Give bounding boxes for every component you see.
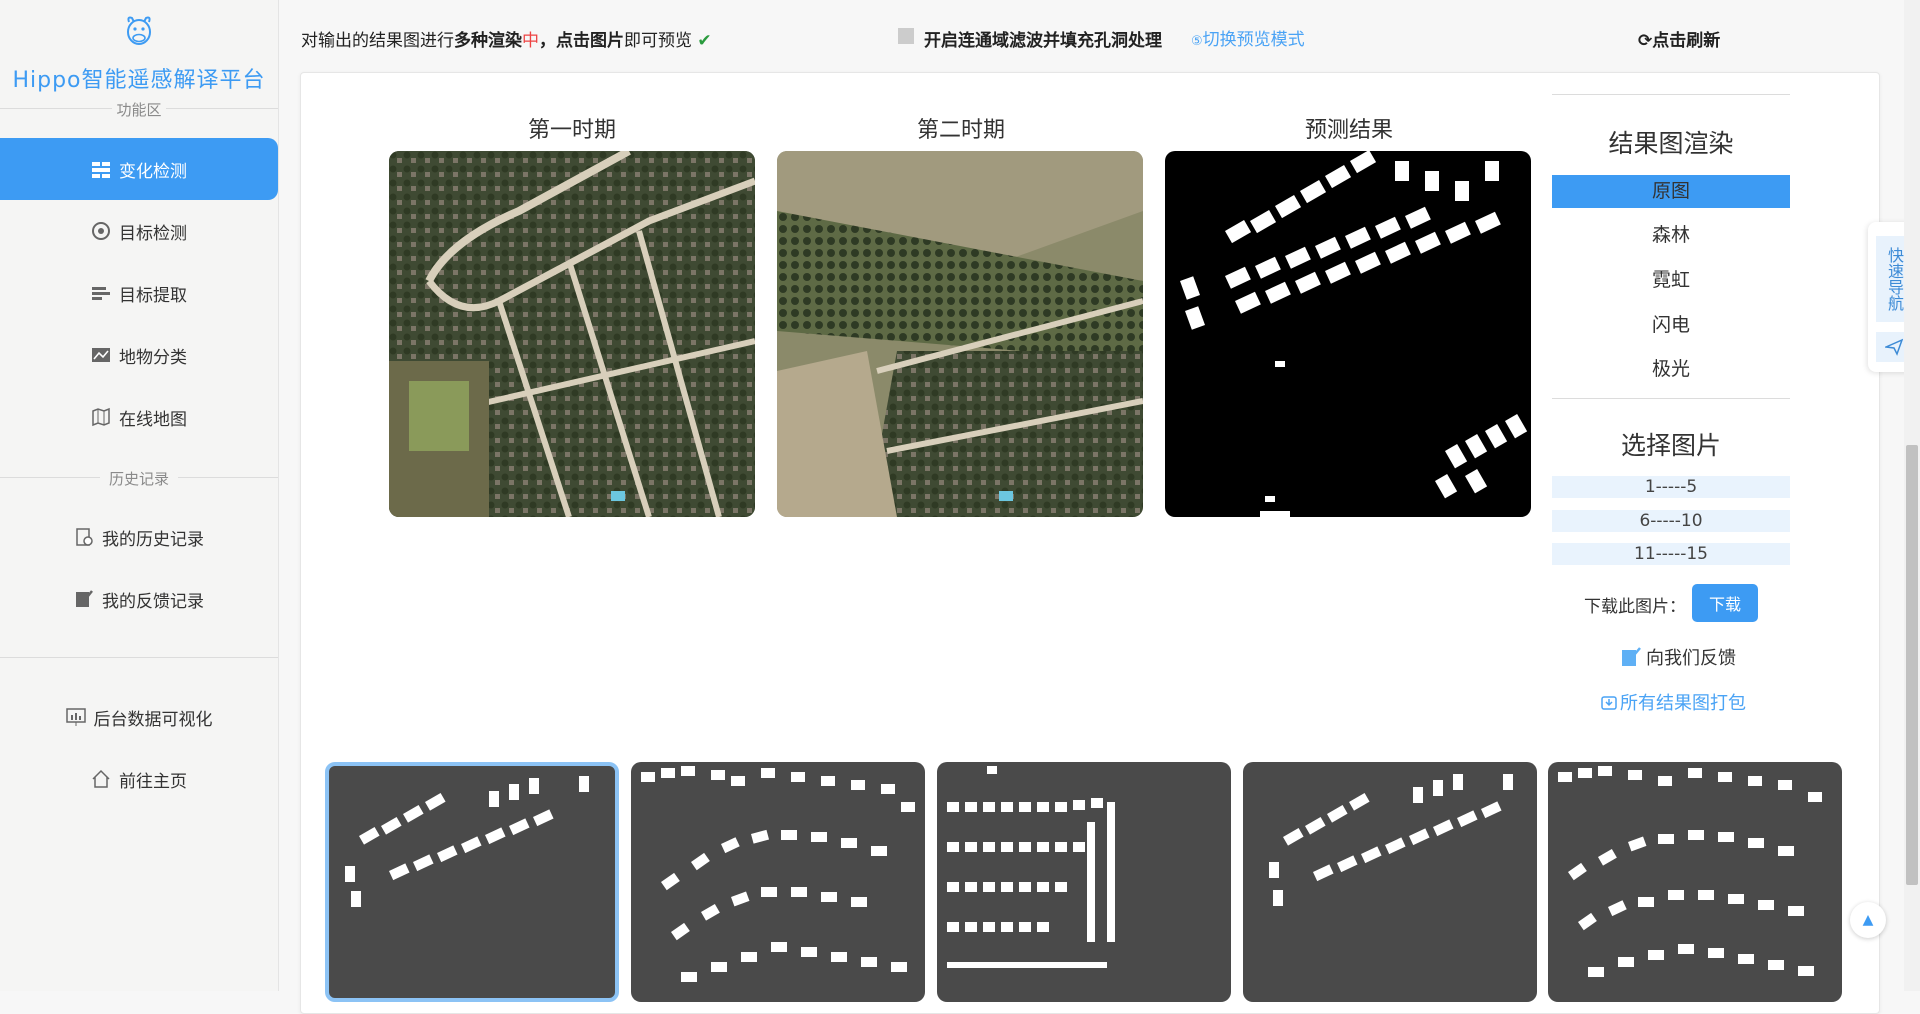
nav-target-detection[interactable]: 目标检测 (0, 200, 278, 262)
edit-icon (74, 589, 94, 609)
nav-land-classification-label: 地物分类 (119, 347, 187, 368)
nav-my-feedback[interactable]: 我的反馈记录 (0, 568, 278, 630)
feedback-icon (1620, 646, 1642, 668)
nav-online-map[interactable]: 在线地图 (0, 386, 278, 448)
land-class-icon (91, 345, 111, 365)
scrollbar-thumb[interactable] (1906, 445, 1918, 885)
thumbnail-2[interactable] (631, 762, 925, 1002)
range-11-15[interactable]: 11-----15 (1552, 543, 1790, 565)
feedback-label: 向我们反馈 (1646, 648, 1736, 669)
nav-my-history[interactable]: 我的历史记录 (0, 506, 278, 568)
filter-checkbox[interactable] (898, 28, 914, 44)
control-divider-top (1552, 94, 1790, 95)
pack-all-link[interactable]: 所有结果图打包 (1600, 689, 1746, 715)
thumbnail-3[interactable] (937, 762, 1231, 1002)
image-period-1[interactable] (389, 151, 755, 517)
nav-dashboard-label: 后台数据可视化 (93, 709, 213, 730)
title-period-2: 第二时期 (916, 118, 1005, 143)
change-detect-icon (91, 159, 111, 179)
nav-my-history-label: 我的历史记录 (102, 529, 204, 550)
nav-change-detection-label: 变化检测 (119, 161, 187, 182)
sidebar: Hippo智能遥感解译平台 功能区 变化检测 目标检测 目标提取 地物分类 在线… (0, 0, 279, 991)
render-option-lightning[interactable]: 闪电 (1552, 309, 1790, 342)
title-period-1: 第一时期 (527, 118, 616, 143)
nav-target-detection-label: 目标检测 (119, 223, 187, 244)
back-to-top-button[interactable]: ▲ (1850, 902, 1886, 938)
map-icon (91, 407, 111, 427)
thumbnail-1[interactable] (325, 762, 619, 1002)
select-image-title: 选择图片 (1620, 431, 1721, 460)
nav-home[interactable]: 前往主页 (0, 748, 278, 810)
function-area-label: 功能区 (0, 99, 278, 120)
switch-preview-link[interactable]: ⑤切换预览模式 (1191, 25, 1305, 50)
nav-target-extraction[interactable]: 目标提取 (0, 262, 278, 324)
render-option-forest[interactable]: 森林 (1552, 219, 1790, 252)
switch-icon: ⑤ (1191, 34, 1203, 49)
refresh-icon: ⟳ (1638, 31, 1653, 51)
archive-icon (1600, 693, 1618, 711)
nav-dashboard[interactable]: 后台数据可视化 (0, 686, 278, 748)
arrow-up-icon: ▲ (1862, 912, 1874, 928)
filter-toggle-label[interactable]: 开启连通域滤波并填充孔洞处理 (924, 26, 1162, 51)
nav-land-classification[interactable]: 地物分类 (0, 324, 278, 386)
nav-my-feedback-label: 我的反馈记录 (102, 591, 204, 612)
thumbnail-4[interactable] (1243, 762, 1537, 1002)
target-detect-icon (91, 221, 111, 241)
history-section-label: 历史记录 (0, 468, 278, 489)
title-prediction: 预测结果 (1304, 118, 1393, 143)
nav-home-label: 前往主页 (119, 771, 187, 792)
render-option-neon[interactable]: 霓虹 (1552, 264, 1790, 297)
render-hint: 对输出的结果图进行多种渲染中，点击图片即可预览 ✔ (301, 31, 712, 51)
download-label: 下载此图片： (1584, 597, 1686, 617)
range-6-10[interactable]: 6-----10 (1552, 510, 1790, 532)
nav-online-map-label: 在线地图 (119, 409, 187, 430)
range-1-5[interactable]: 1-----5 (1552, 476, 1790, 498)
brand-title: Hippo智能遥感解译平台 (12, 68, 266, 93)
render-title: 结果图渲染 (1608, 129, 1734, 158)
image-prediction[interactable] (1165, 151, 1531, 517)
dashboard-icon (65, 707, 86, 727)
refresh-button[interactable]: ⟳点击刷新 (1638, 26, 1720, 51)
render-option-original[interactable]: 原图 (1552, 175, 1790, 208)
top-toolbar: 对输出的结果图进行多种渲染中，点击图片即可预览 ✔ 开启连通域滤波并填充孔洞处理… (278, 0, 1920, 72)
feedback-link[interactable]: 向我们反馈 (1620, 644, 1736, 670)
render-option-aurora[interactable]: 极光 (1552, 353, 1790, 386)
history-icon (74, 527, 94, 547)
download-button[interactable]: 下载 (1692, 584, 1758, 622)
sidebar-divider (0, 657, 278, 658)
home-icon (91, 769, 111, 789)
pack-all-label: 所有结果图打包 (1620, 693, 1746, 714)
thumbnail-5[interactable] (1548, 762, 1842, 1002)
image-period-2[interactable] (777, 151, 1143, 517)
nav-target-extraction-label: 目标提取 (119, 285, 187, 306)
target-extract-icon (91, 283, 111, 303)
hippo-logo-icon (127, 16, 151, 45)
nav-change-detection[interactable]: 变化检测 (0, 138, 278, 200)
check-icon: ✔ (697, 31, 712, 51)
control-divider-mid (1552, 398, 1790, 399)
